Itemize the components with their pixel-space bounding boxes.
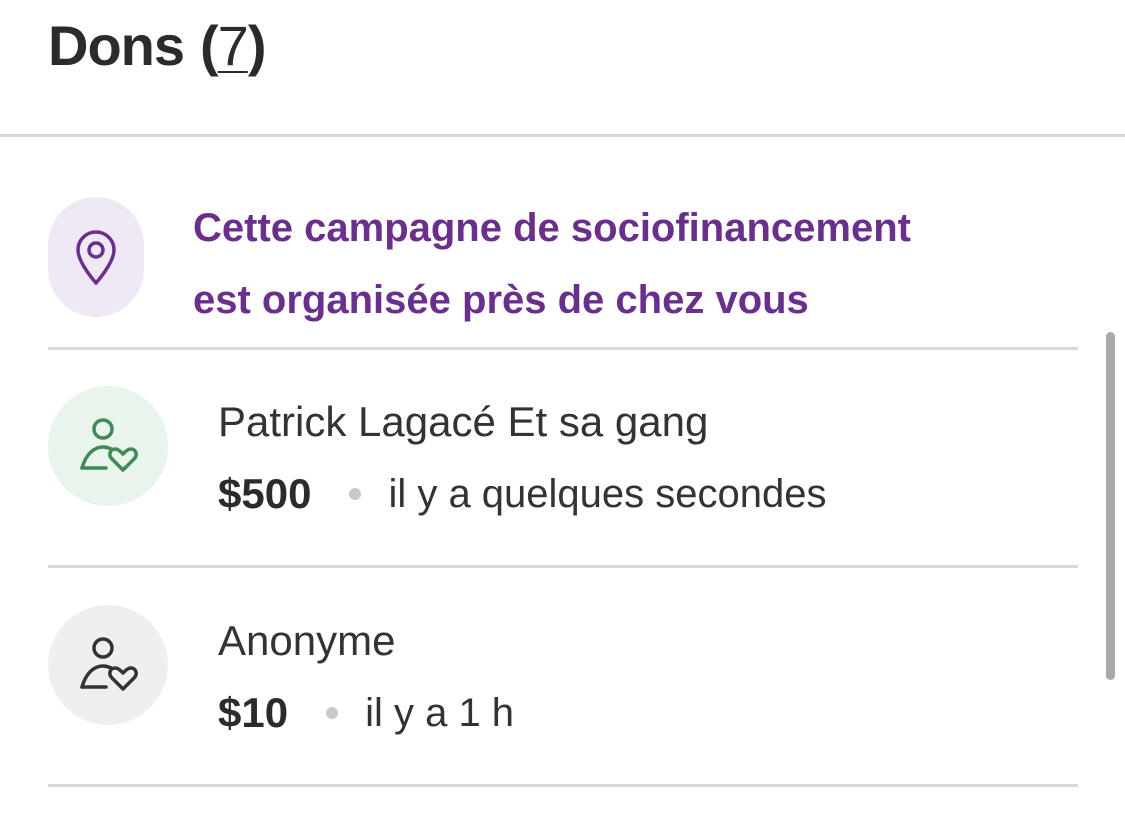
donation-meta: $10 il y a 1 h [218,683,514,743]
donor-heart-icon [80,418,138,472]
donor-heart-icon [80,637,138,691]
row-divider [48,784,1078,787]
location-pin-icon [76,230,116,285]
donor-name: Anonyme [218,617,396,664]
row-divider [48,565,1078,568]
donation-item: Patrick Lagacé Et sa gang $500 il y a qu… [48,386,1078,566]
donation-amount: $10 [218,689,289,736]
page-title-text: Dons [48,13,185,77]
location-banner: Cette campagne de sociofinancement est o… [48,192,1078,322]
donation-item: Anonyme $10 il y a 1 h [48,605,1078,785]
donation-amount: $500 [218,470,312,517]
page-title: Dons ( 7 ) [48,10,267,80]
location-text-line1: Cette campagne de sociofinancement [193,206,911,250]
location-banner-text: Cette campagne de sociofinancement est o… [193,192,1073,336]
donation-count-link[interactable]: 7 [218,13,249,78]
location-text-line2: est organisée près de chez vous [193,278,809,322]
scrollbar-thumb[interactable] [1106,332,1115,680]
dot-separator [349,488,362,500]
open-paren: ( [200,13,219,77]
header-divider [0,134,1125,137]
donation-meta: $500 il y a quelques secondes [218,464,827,524]
close-paren: ) [247,13,267,77]
row-divider [48,347,1078,350]
dot-separator [326,707,339,719]
location-icon-badge [48,197,144,317]
donor-avatar [48,386,168,506]
donor-avatar [48,605,168,725]
donation-time: il y a quelques secondes [388,471,827,516]
donor-name: Patrick Lagacé Et sa gang [218,398,709,445]
donation-time: il y a 1 h [365,690,515,735]
